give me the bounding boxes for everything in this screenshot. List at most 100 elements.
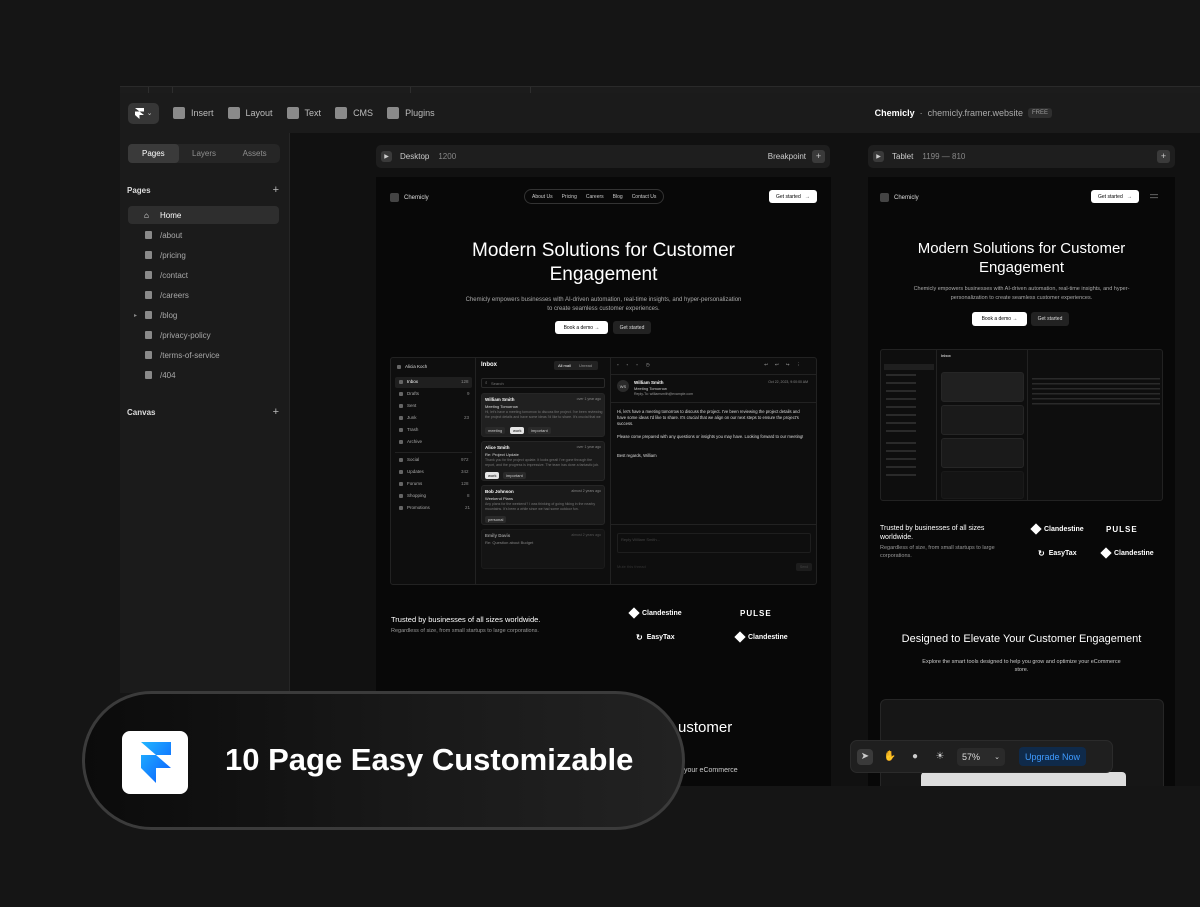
folder-archive[interactable]: Archive	[399, 439, 422, 444]
active-folder-highlight	[884, 364, 934, 370]
page-item-blog[interactable]: ▸ /blog	[128, 306, 279, 324]
tab-pages[interactable]: Pages	[128, 144, 179, 163]
get-started-button[interactable]: Get started →	[769, 190, 817, 203]
cms-button[interactable]: CMS	[335, 107, 373, 119]
insert-button[interactable]: Insert	[173, 107, 214, 119]
canvas-heading: Canvas	[127, 408, 156, 417]
reader-subject: Meeting Tomorrow	[634, 386, 667, 391]
plugins-label: Plugins	[405, 108, 435, 118]
nav-about[interactable]: About Us	[532, 194, 553, 200]
get-started-button[interactable]: Get started →	[1091, 190, 1139, 203]
nav-contact[interactable]: Contact Us	[632, 194, 657, 200]
folder-trash[interactable]: Trash	[399, 427, 418, 432]
mail-time: over 1 year ago	[576, 445, 601, 449]
reader-toolbar-icons[interactable]: ▫▫▫◷	[617, 362, 658, 368]
mail-from: Bob Johnson	[485, 489, 514, 494]
book-demo-button[interactable]: Book a demo →	[972, 312, 1027, 326]
insert-label: Insert	[191, 108, 214, 118]
cms-label: CMS	[353, 108, 374, 118]
mail-subject: Weekend Plans	[485, 496, 513, 501]
hamburger-menu-icon[interactable]: — —	[1150, 191, 1159, 202]
send-button[interactable]: Send	[796, 563, 812, 571]
mail-item[interactable]: Alice Smith over 1 year ago Re: Project …	[481, 441, 605, 481]
features-subtitle-line: store.	[1014, 667, 1029, 673]
category-updates[interactable]: Updates	[399, 469, 424, 474]
page-item-home[interactable]: ⌂ Home	[128, 206, 279, 224]
breakpoint-label[interactable]: Breakpoint	[768, 152, 806, 161]
mail-item[interactable]	[941, 471, 1024, 499]
reply-textarea[interactable]	[617, 533, 811, 553]
mail-item[interactable]	[941, 438, 1024, 468]
nav-blog[interactable]: Blog	[613, 194, 623, 200]
book-demo-button[interactable]: Book a demo →	[555, 321, 608, 334]
mail-item[interactable]	[941, 405, 1024, 435]
sun-icon[interactable]: ☀	[932, 749, 948, 765]
page-item-contact[interactable]: /contact	[128, 266, 279, 284]
mail-item[interactable]	[941, 372, 1024, 402]
layout-button[interactable]: Layout	[227, 107, 273, 119]
folder-drafts[interactable]: Drafts	[399, 391, 419, 396]
hero-title-line: Modern Solutions for Customer	[472, 240, 735, 261]
add-breakpoint-icon[interactable]: +	[1157, 150, 1170, 163]
mail-tag: work	[485, 472, 500, 479]
mail-time: almost 2 years ago	[571, 489, 601, 493]
feature-card-image	[921, 772, 1126, 786]
inbox-icon	[399, 379, 403, 384]
framer-menu-button[interactable]: ⌄	[128, 102, 159, 124]
mail-item[interactable]: Bob Johnson almost 2 years ago Weekend P…	[481, 485, 605, 525]
filter-unread[interactable]: Unread	[579, 363, 592, 368]
mail-item[interactable]: William Smith over 1 year ago Meeting To…	[481, 393, 605, 437]
page-item-pricing[interactable]: /pricing	[128, 246, 279, 264]
add-breakpoint-icon[interactable]: +	[812, 150, 825, 163]
folder-sent[interactable]: Sent	[399, 403, 416, 408]
tab-layers[interactable]: Layers	[179, 144, 230, 163]
comment-tool-icon[interactable]: ●	[907, 749, 923, 765]
play-icon[interactable]: ▶	[381, 151, 392, 162]
desktop-breakpoint-bar[interactable]: ▶ Desktop 1200 Breakpoint +	[376, 145, 830, 168]
category-forums[interactable]: Forums	[399, 481, 422, 486]
upgrade-button[interactable]: Upgrade Now	[1019, 747, 1087, 766]
tab-assets[interactable]: Assets	[229, 144, 280, 163]
page-item-about[interactable]: /about	[128, 226, 279, 244]
category-promotions[interactable]: Promotions	[399, 505, 430, 510]
site-logo[interactable]: Chemicly	[880, 193, 919, 202]
site-logo[interactable]: Chemicly	[390, 193, 429, 202]
nav-pricing[interactable]: Pricing	[562, 194, 577, 200]
text-button[interactable]: Text	[286, 107, 321, 119]
hand-tool-icon[interactable]: ✋	[882, 749, 898, 765]
plugins-button[interactable]: Plugins	[387, 107, 435, 119]
add-canvas-button[interactable]: +	[273, 406, 279, 418]
play-icon[interactable]: ▶	[873, 151, 884, 162]
category-shopping[interactable]: Shopping	[399, 493, 426, 498]
add-page-button[interactable]: +	[273, 184, 279, 196]
hero-get-started-button[interactable]: Get started	[1031, 312, 1069, 326]
book-demo-label: Book a demo	[563, 324, 594, 331]
category-social[interactable]: Social	[399, 457, 419, 462]
site-info[interactable]: Chemicly · chemicly.framer.website FREE	[875, 93, 1052, 133]
reply-actions-icons[interactable]: ↩↩↪⋮	[764, 362, 808, 368]
nav-careers[interactable]: Careers	[586, 194, 604, 200]
framer-logo-icon	[134, 107, 144, 119]
page-item-404[interactable]: /404	[128, 366, 279, 384]
page-item-privacy-policy[interactable]: /privacy-policy	[128, 326, 279, 344]
page-item-careers[interactable]: /careers	[128, 286, 279, 304]
layout-label: Layout	[245, 108, 273, 118]
users-icon	[399, 457, 403, 462]
folder-junk[interactable]: Junk	[399, 415, 417, 420]
mail-item[interactable]: Emily Davis almost 2 years ago Re: Quest…	[481, 529, 605, 569]
file-icon	[399, 391, 403, 396]
mute-thread-toggle[interactable]: Mute this thread	[617, 564, 646, 569]
page-item-terms-of-service[interactable]: /terms-of-service	[128, 346, 279, 364]
page-icon	[145, 291, 152, 299]
hero-get-started-button[interactable]: Get started	[613, 321, 651, 334]
canvas[interactable]: ▶ Desktop 1200 Breakpoint + ▶ Tablet 119…	[290, 133, 1200, 786]
tablet-breakpoint-bar[interactable]: ▶ Tablet 1199 — 810 +	[868, 145, 1175, 168]
filter-all-mail[interactable]: All mail	[558, 363, 571, 368]
expand-icon[interactable]: ▸	[134, 312, 137, 319]
folder-inbox[interactable]: Inbox	[399, 379, 418, 384]
account-switcher[interactable]: Alicia Koch	[397, 364, 427, 369]
section-title-partial: ustomer	[678, 719, 733, 736]
select-tool-icon[interactable]: ➤	[857, 748, 873, 765]
zoom-select[interactable]: 57% ⌄	[957, 747, 1005, 766]
tablet-frame[interactable]: Chemicly Get started → — — Modern Solution…	[868, 177, 1175, 786]
